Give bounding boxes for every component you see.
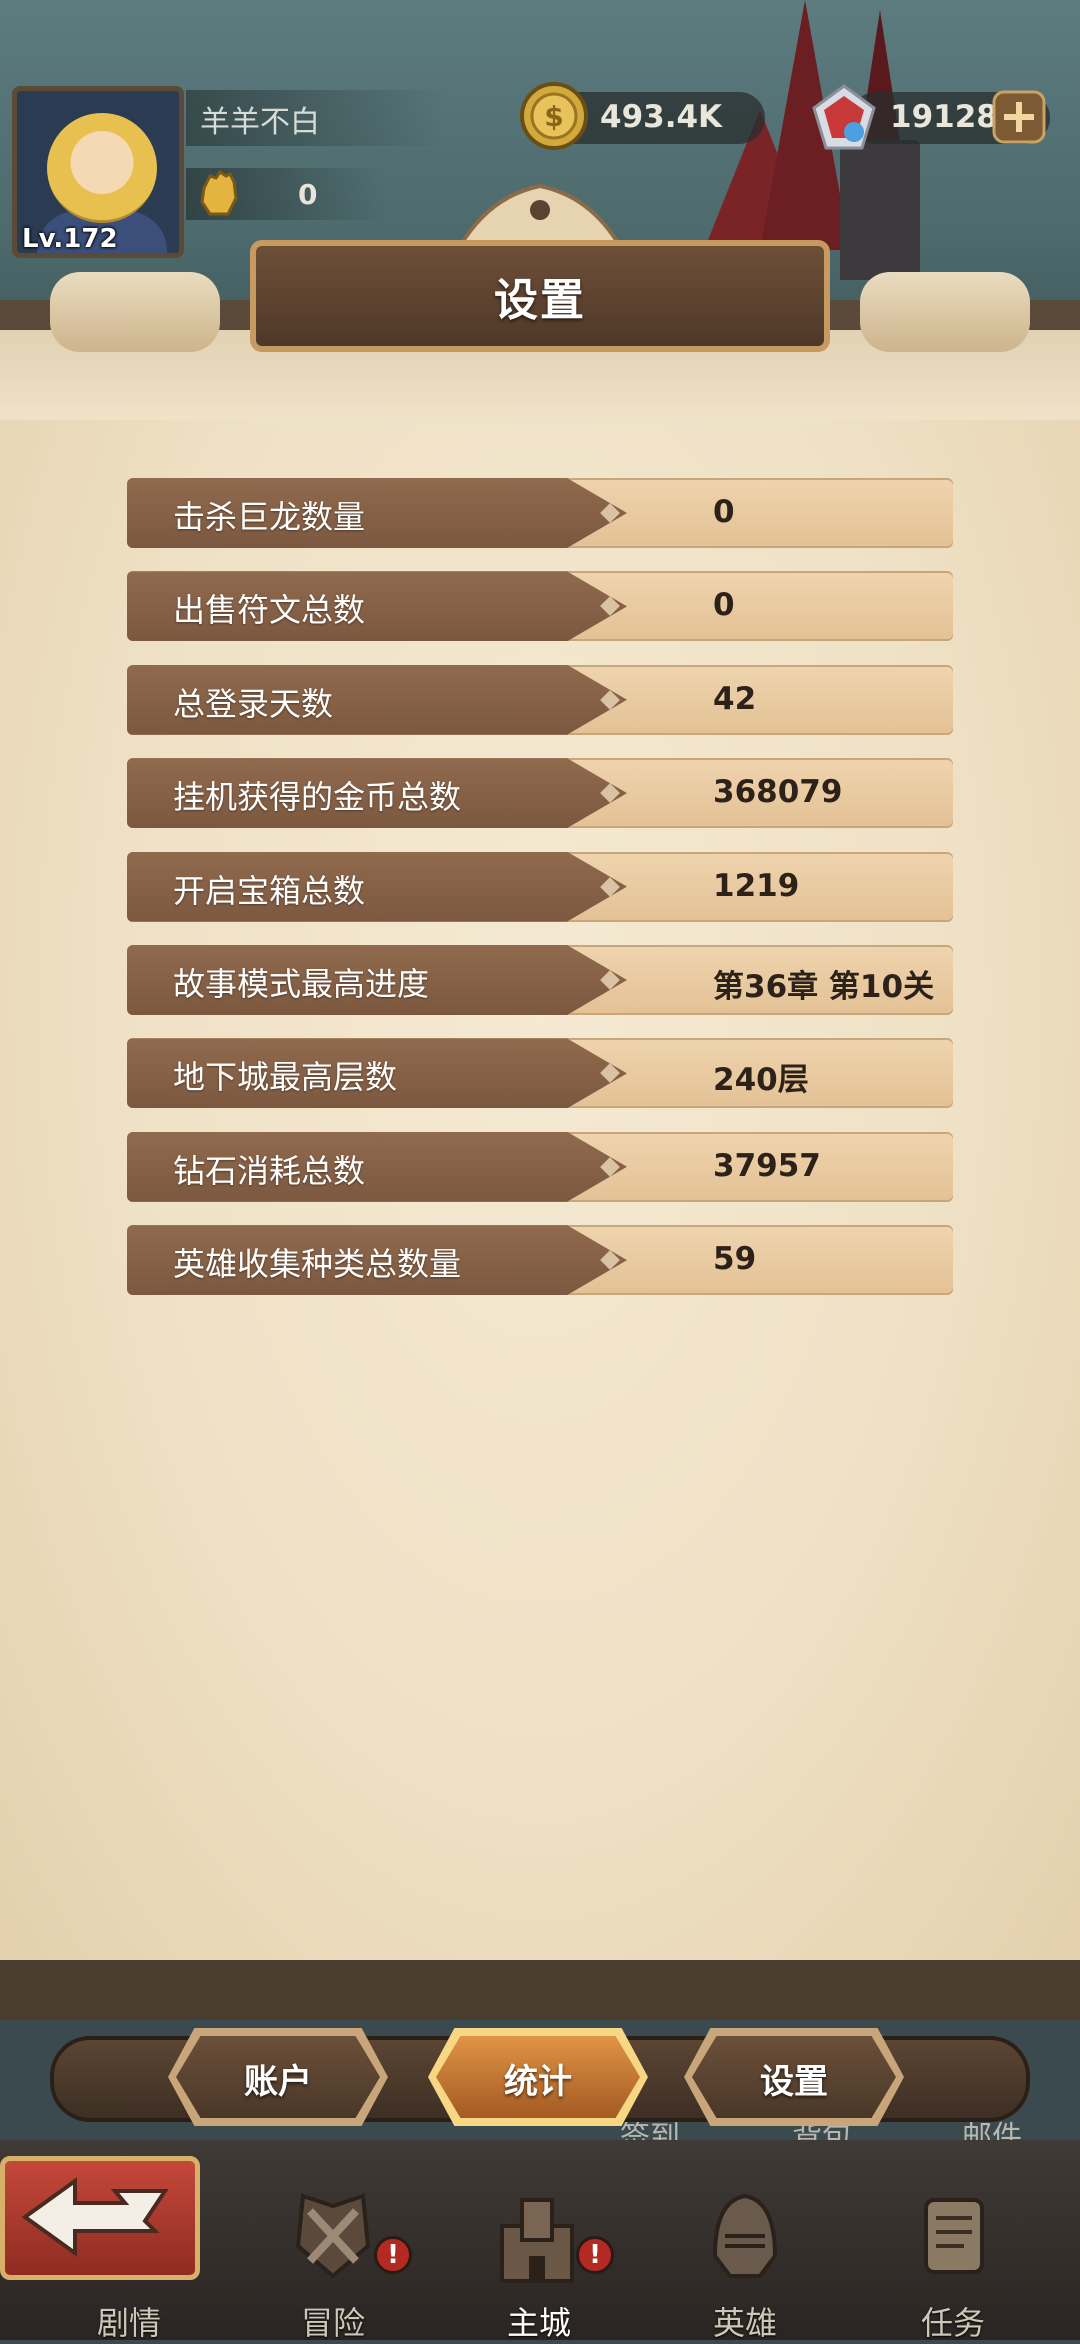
stat-value: 1219 xyxy=(713,867,800,904)
banner-scroll-left xyxy=(50,272,220,352)
stat-value: 240层 xyxy=(713,1062,809,1099)
avatar-portrait xyxy=(47,113,157,223)
back-button[interactable] xyxy=(0,2156,200,2280)
city-alert-badge: ! xyxy=(576,2236,614,2274)
tab-stats-label: 统计 xyxy=(504,2062,572,2102)
crossed-swords-icon xyxy=(295,2193,371,2279)
scroll-icon xyxy=(924,2198,984,2274)
stat-row: 英雄收集种类总数量 59 xyxy=(127,1225,953,1296)
player-level: Lv.172 xyxy=(22,224,118,254)
stat-label: 出售符文总数 xyxy=(173,591,366,630)
add-gems-icon[interactable] xyxy=(990,88,1048,146)
stat-label: 英雄收集种类总数量 xyxy=(173,1245,462,1284)
stat-label: 总登录天数 xyxy=(173,684,334,723)
castle-icon xyxy=(500,2198,574,2283)
nav-heroes-label: 英雄 xyxy=(712,2304,777,2342)
stat-row: 地下城最高层数 240层 xyxy=(127,1038,953,1109)
stat-value: 0 xyxy=(713,587,735,624)
gem-amount: 19128 xyxy=(890,99,998,135)
stat-label: 钻石消耗总数 xyxy=(173,1151,366,1190)
castle-tower xyxy=(840,140,920,280)
power-value: 0 xyxy=(298,178,318,211)
adventure-alert-badge: ! xyxy=(374,2236,412,2274)
stat-value: 59 xyxy=(713,1241,757,1278)
stat-value: 368079 xyxy=(713,774,843,811)
nav-city-label: 主城 xyxy=(506,2304,571,2342)
fist-icon xyxy=(200,169,238,216)
stat-row: 开启宝箱总数 1219 xyxy=(127,851,953,922)
gem-icon xyxy=(812,84,876,150)
nav-story-label[interactable]: 剧情 xyxy=(64,2298,194,2344)
player-name: 羊羊不白 xyxy=(200,105,320,140)
stat-value: 0 xyxy=(713,494,735,530)
panel-title: 设置 xyxy=(494,275,586,326)
stat-row: 出售符文总数 0 xyxy=(127,571,953,642)
svg-text:$: $ xyxy=(544,100,563,133)
nav-adventure-label: 冒险 xyxy=(300,2304,365,2342)
panel-frame-bottom xyxy=(0,1960,1080,2020)
back-arrow-icon xyxy=(21,2177,169,2257)
stat-value: 第36章 第10关 xyxy=(713,968,935,1005)
stat-label: 故事模式最高进度 xyxy=(173,964,430,1003)
stat-label: 地下城最高层数 xyxy=(173,1058,398,1097)
stat-row: 故事模式最高进度 第36章 第10关 xyxy=(127,944,953,1015)
stat-label: 开启宝箱总数 xyxy=(173,871,366,910)
helmet-icon xyxy=(712,2193,778,2278)
stat-row: 挂机获得的金币总数 368079 xyxy=(127,758,953,829)
stat-label: 挂机获得的金币总数 xyxy=(173,778,462,817)
nav-tasks-label: 任务 xyxy=(920,2304,985,2342)
stat-row: 总登录天数 42 xyxy=(127,664,953,735)
stat-value: 37957 xyxy=(713,1147,821,1184)
stat-row: 击杀巨龙数量 0 xyxy=(127,478,953,548)
tab-account-label: 账户 xyxy=(244,2062,312,2102)
gold-amount: 493.4K xyxy=(600,99,723,135)
stat-value: 42 xyxy=(713,680,757,717)
stat-label: 击杀巨龙数量 xyxy=(173,498,366,536)
stat-row: 钻石消耗总数 37957 xyxy=(127,1131,953,1202)
gold-coin-icon: $ xyxy=(520,82,588,150)
stats-list: 击杀巨龙数量 0 出售符文总数 0 总登录天数 42 挂机获得的金币总数 368… xyxy=(127,478,953,1319)
tab-settings-label: 设置 xyxy=(760,2062,828,2102)
banner-scroll-right xyxy=(860,272,1030,352)
